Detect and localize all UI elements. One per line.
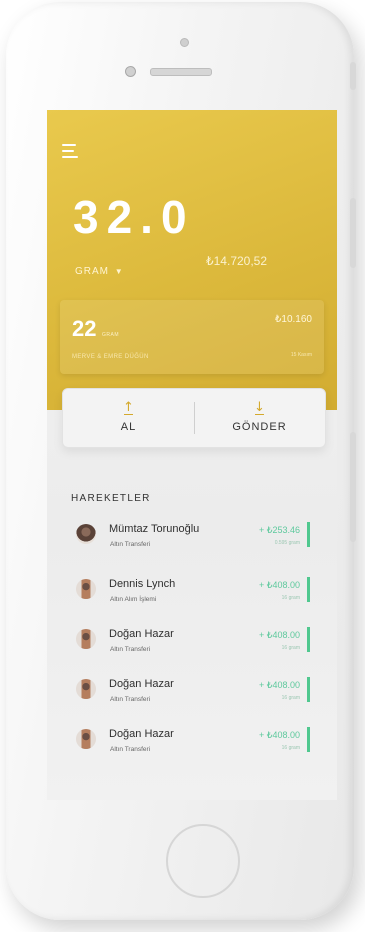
- unit-selector[interactable]: GRAM ▼: [75, 266, 124, 277]
- avatar: [76, 629, 96, 649]
- positive-indicator: [307, 627, 310, 652]
- transaction-type: Altın Transferi: [110, 646, 151, 653]
- action-bar: ↑ AL ↓ GÖNDER: [62, 388, 326, 448]
- buy-label: AL: [120, 421, 137, 433]
- transaction-gram: 16 gram: [281, 695, 300, 701]
- transaction-type: Altın Transferi: [110, 541, 151, 548]
- transactions-title: HAREKETLER: [71, 493, 151, 504]
- app-screen: 32.0 ₺14.720,52 GRAM ▼ 22 GRAM ₺10.160 M…: [47, 110, 337, 800]
- earpiece-speaker: [150, 68, 212, 76]
- phone-frame: 32.0 ₺14.720,52 GRAM ▼ 22 GRAM ₺10.160 M…: [6, 2, 354, 920]
- balance-try-value: ₺14.720,52: [206, 254, 268, 268]
- send-label: GÖNDER: [232, 421, 287, 433]
- transaction-name: Dennis Lynch: [109, 578, 176, 590]
- hamburger-menu-icon[interactable]: [62, 144, 78, 160]
- gold-balance: 32.0: [73, 191, 195, 243]
- front-camera: [125, 66, 136, 77]
- side-edge: [350, 432, 356, 542]
- volume-button: [350, 198, 356, 268]
- positive-indicator: [307, 727, 310, 752]
- transaction-gram: 16 gram: [281, 745, 300, 751]
- card-title: MERVE & EMRE DÜĞÜN: [72, 354, 149, 360]
- avatar: [76, 524, 96, 544]
- transaction-amount: + ₺408.00: [258, 580, 300, 590]
- transaction-amount: + ₺253.46: [258, 525, 300, 535]
- avatar: [76, 579, 96, 599]
- transaction-row[interactable]: Doğan Hazar Altın Transferi + ₺408.00 16…: [76, 627, 310, 665]
- positive-indicator: [307, 677, 310, 702]
- card-date: 15 Kasım: [290, 352, 312, 358]
- transaction-type: Altın Transferi: [110, 696, 151, 703]
- transaction-name: Doğan Hazar: [109, 678, 174, 690]
- transaction-gram: 16 gram: [281, 645, 300, 651]
- transaction-amount: + ₺408.00: [258, 730, 300, 740]
- transaction-row[interactable]: Mümtaz Torunoğlu Altın Transferi + ₺253.…: [76, 522, 310, 560]
- unit-label: GRAM: [75, 266, 109, 277]
- home-button[interactable]: [166, 824, 240, 898]
- card-unit: GRAM: [102, 332, 119, 338]
- transaction-name: Doğan Hazar: [109, 728, 174, 740]
- side-button: [350, 62, 356, 90]
- balance-hero: 32.0 ₺14.720,52 GRAM ▼ 22 GRAM ₺10.160 M…: [47, 110, 337, 410]
- transaction-gram: 0.595 gram: [274, 540, 300, 546]
- transaction-name: Doğan Hazar: [109, 628, 174, 640]
- arrow-up-icon: ↑: [123, 400, 134, 415]
- card-gram-amount: 22: [72, 316, 97, 341]
- positive-indicator: [307, 522, 310, 547]
- transaction-type: Altın Alım İşlemi: [110, 596, 157, 603]
- savings-card[interactable]: 22 GRAM ₺10.160 MERVE & EMRE DÜĞÜN 15 Ka…: [60, 300, 324, 374]
- transaction-amount: + ₺408.00: [258, 680, 300, 690]
- arrow-down-icon: ↓: [254, 400, 265, 415]
- avatar: [76, 679, 96, 699]
- transaction-row[interactable]: Dennis Lynch Altın Alım İşlemi + ₺408.00…: [76, 577, 310, 615]
- rear-camera: [180, 38, 189, 47]
- transaction-row[interactable]: Doğan Hazar Altın Transferi + ₺408.00 16…: [76, 727, 310, 765]
- transaction-row[interactable]: Doğan Hazar Altın Transferi + ₺408.00 16…: [76, 677, 310, 715]
- send-button[interactable]: ↓ GÖNDER: [194, 389, 325, 447]
- positive-indicator: [307, 577, 310, 602]
- buy-button[interactable]: ↑ AL: [63, 389, 194, 447]
- caret-down-icon: ▼: [114, 267, 124, 276]
- transaction-amount: + ₺408.00: [258, 630, 300, 640]
- card-try-amount: ₺10.160: [275, 314, 312, 325]
- transaction-type: Altın Transferi: [110, 746, 151, 753]
- transaction-name: Mümtaz Torunoğlu: [109, 523, 200, 535]
- transaction-gram: 16 gram: [281, 595, 300, 601]
- avatar: [76, 729, 96, 749]
